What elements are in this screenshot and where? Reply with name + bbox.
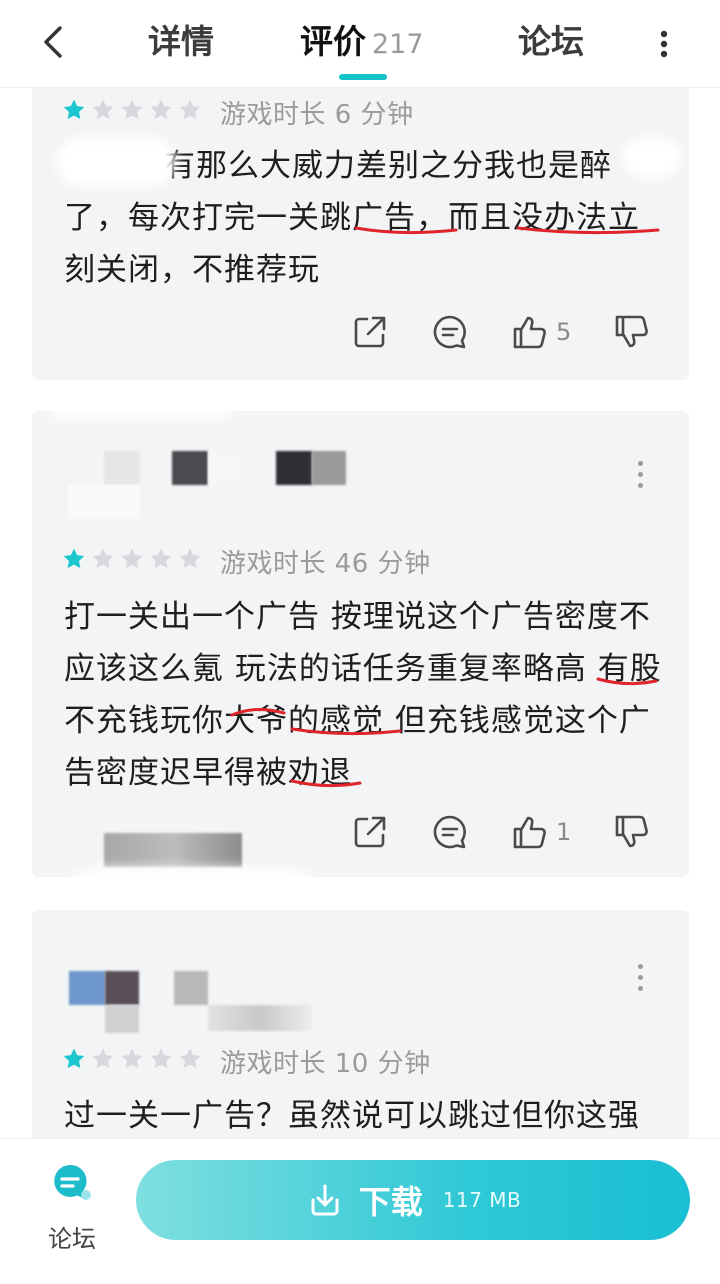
avatar-redacted <box>104 451 140 485</box>
playtime-label: 游戏时长 10 分钟 <box>220 1049 431 1079</box>
more-options-icon[interactable] <box>648 24 680 64</box>
star-filled-icon <box>63 548 85 569</box>
redacted-block <box>104 833 242 867</box>
tab-forum[interactable]: 论坛 <box>518 20 584 64</box>
comment-icon <box>433 815 466 849</box>
review-count: 217 <box>372 29 424 60</box>
share-button[interactable] <box>350 312 390 352</box>
star-empty-icon <box>179 99 201 120</box>
tab-reviews[interactable]: 评价 217 <box>300 20 424 64</box>
review-card: 游戏时长 46 分钟 打一关出一个广告 按理说这个广告密度不应该这么氪 玩法的话… <box>32 403 689 877</box>
review-text: 过一关一广告？虽然说可以跳过但你这强 <box>64 1098 640 1134</box>
like-count: 1 <box>556 818 572 846</box>
star-empty-icon <box>92 99 114 120</box>
share-icon <box>354 816 386 848</box>
redacted-smear <box>622 138 682 178</box>
star-rating <box>62 1047 202 1071</box>
username-redacted <box>208 1005 312 1031</box>
star-filled-icon <box>63 1048 85 1069</box>
forum-nav-button[interactable]: 论坛 <box>36 1161 108 1271</box>
username-redacted <box>172 451 208 485</box>
star-rating <box>62 547 202 571</box>
forum-chat-icon <box>54 1164 91 1200</box>
like-button[interactable] <box>510 812 550 852</box>
star-empty-icon <box>92 1048 114 1069</box>
username-redacted <box>174 971 208 1005</box>
avatar-redacted <box>105 971 139 1005</box>
download-button[interactable]: 下载 117 MB <box>136 1160 690 1240</box>
share-button[interactable] <box>350 812 390 852</box>
star-rating <box>62 98 202 122</box>
star-empty-icon <box>179 1048 201 1069</box>
bottom-action-bar: 论坛 下载 117 MB <box>0 1138 720 1284</box>
dislike-button[interactable] <box>612 312 652 352</box>
thumbs-up-icon <box>513 816 546 849</box>
star-empty-icon <box>150 548 172 569</box>
top-nav-bar: 详情 评价 217 论坛 <box>0 0 720 88</box>
username-redacted <box>68 485 140 519</box>
share-icon <box>354 316 386 348</box>
star-empty-icon <box>150 99 172 120</box>
tab-details[interactable]: 详情 <box>148 20 214 64</box>
star-filled-icon <box>63 99 85 120</box>
star-empty-icon <box>92 548 114 569</box>
avatar-redacted <box>69 971 105 1005</box>
playtime-label: 游戏时长 46 分钟 <box>220 549 431 579</box>
comment-button[interactable] <box>430 312 470 352</box>
username-redacted <box>312 451 346 485</box>
more-options-icon[interactable] <box>634 964 646 998</box>
star-empty-icon <box>121 1048 143 1069</box>
download-label: 下载 <box>358 1183 423 1221</box>
star-empty-icon <box>121 548 143 569</box>
redacted-smear <box>52 403 232 419</box>
like-button[interactable] <box>510 312 550 352</box>
like-count: 5 <box>556 318 572 346</box>
thumbs-up-icon <box>513 316 546 349</box>
review-card: 游戏时长 6 分钟 有那么大威力差别之分我也是醉了，每次打完一关跳广告，而且没办… <box>32 88 689 380</box>
thumbs-down-icon <box>615 315 648 348</box>
playtime-label: 游戏时长 6 分钟 <box>220 100 414 130</box>
forum-nav-label: 论坛 <box>48 1225 96 1253</box>
redacted-smear <box>56 138 176 186</box>
dislike-button[interactable] <box>612 812 652 852</box>
download-icon <box>311 1184 339 1216</box>
more-options-icon[interactable] <box>634 461 646 495</box>
username-redacted <box>208 451 242 485</box>
comment-button[interactable] <box>430 812 470 852</box>
username-redacted <box>276 451 312 485</box>
back-arrow-icon[interactable] <box>34 22 74 62</box>
active-tab-indicator <box>339 74 387 80</box>
comment-icon <box>433 315 466 349</box>
thumbs-down-icon <box>615 815 648 848</box>
download-size: 117 MB <box>442 1188 522 1212</box>
star-empty-icon <box>179 548 201 569</box>
tab-reviews-label: 评价 <box>300 22 366 61</box>
star-empty-icon <box>150 1048 172 1069</box>
review-text: 打一关出一个广告 按理说这个广告密度不应该这么氪 玩法的话任务重复率略高 有股不… <box>64 599 662 791</box>
avatar-redacted <box>105 1005 139 1033</box>
star-empty-icon <box>121 99 143 120</box>
